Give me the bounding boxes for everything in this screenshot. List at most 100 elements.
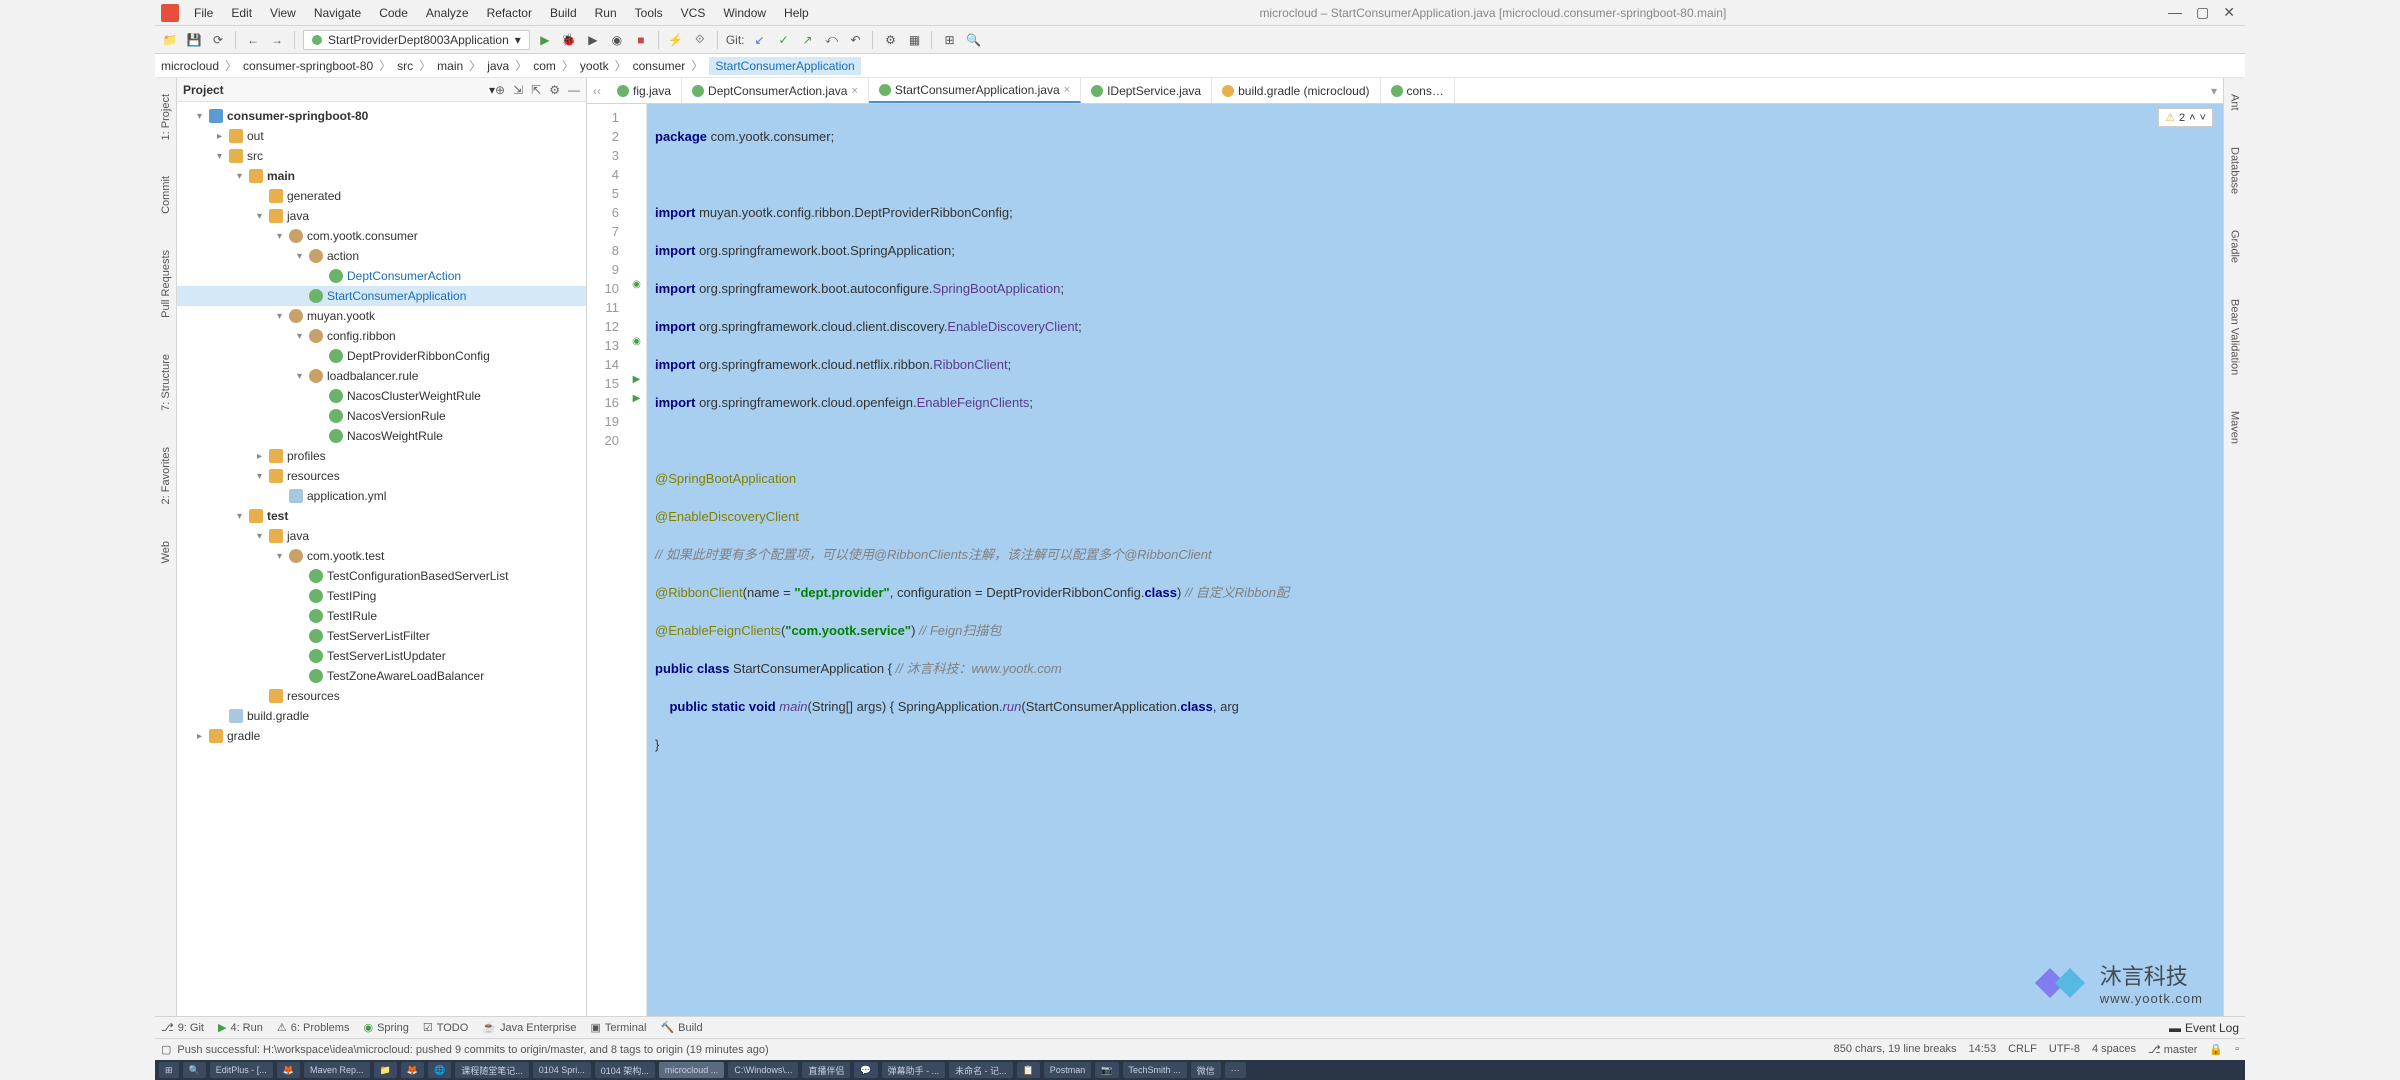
- menu-help[interactable]: Help: [775, 2, 818, 24]
- status-eol[interactable]: CRLF: [2008, 1043, 2037, 1056]
- save-icon[interactable]: 💾: [185, 31, 203, 49]
- maximize-icon[interactable]: ▢: [2196, 4, 2209, 21]
- toolwindow-web[interactable]: Web: [160, 533, 172, 571]
- tree-item[interactable]: application.yml: [177, 486, 586, 506]
- crumb-3[interactable]: main: [437, 59, 463, 73]
- toolwindow-pull-requests[interactable]: Pull Requests: [160, 242, 172, 326]
- open-icon[interactable]: 📁: [161, 31, 179, 49]
- menu-refactor[interactable]: Refactor: [478, 2, 541, 24]
- menu-code[interactable]: Code: [370, 2, 417, 24]
- task-item[interactable]: 课程随堂笔记...: [455, 1062, 529, 1078]
- tree-item[interactable]: ▾java: [177, 526, 586, 546]
- toolwindow-terminal[interactable]: ▣Terminal: [590, 1021, 646, 1034]
- toolwindow-database[interactable]: Database: [2229, 139, 2241, 202]
- tree-item[interactable]: ▸gradle: [177, 726, 586, 746]
- tree-item[interactable]: TestIPing: [177, 586, 586, 606]
- tree-item[interactable]: ▾java: [177, 206, 586, 226]
- project-tree[interactable]: ▾consumer-springboot-80 ▸out ▾src ▾main …: [177, 102, 586, 1016]
- tree-item[interactable]: DeptConsumerAction: [177, 266, 586, 286]
- git-history-icon[interactable]: ⤺: [822, 31, 840, 49]
- toolwindow-todo[interactable]: ☑TODO: [423, 1021, 468, 1034]
- run-icon[interactable]: ▶: [536, 31, 554, 49]
- tree-item[interactable]: ▾main: [177, 166, 586, 186]
- tree-item[interactable]: DeptProviderRibbonConfig: [177, 346, 586, 366]
- tree-item[interactable]: ▾config.ribbon: [177, 326, 586, 346]
- status-branch[interactable]: ⎇ master: [2148, 1043, 2197, 1056]
- menu-run[interactable]: Run: [586, 2, 626, 24]
- menu-vcs[interactable]: VCS: [672, 2, 715, 24]
- task-item[interactable]: 🦊: [401, 1062, 424, 1078]
- tree-item[interactable]: ▾action: [177, 246, 586, 266]
- tree-item[interactable]: build.gradle: [177, 706, 586, 726]
- task-item[interactable]: 直播伴侣: [802, 1062, 850, 1078]
- menu-navigate[interactable]: Navigate: [305, 2, 370, 24]
- task-item[interactable]: TechSmith ...: [1123, 1062, 1187, 1078]
- task-item[interactable]: 📷: [1095, 1062, 1118, 1078]
- hide-icon[interactable]: —: [568, 83, 580, 97]
- minimize-icon[interactable]: —: [2168, 4, 2182, 21]
- sync-icon[interactable]: ⟳: [209, 31, 227, 49]
- task-item[interactable]: 💬: [854, 1062, 877, 1078]
- tree-item-selected[interactable]: StartConsumerApplication: [177, 286, 586, 306]
- status-encoding[interactable]: UTF-8: [2049, 1043, 2080, 1056]
- back-icon[interactable]: ←: [244, 31, 262, 49]
- profile-icon[interactable]: ◉: [608, 31, 626, 49]
- tree-item[interactable]: ▾resources: [177, 466, 586, 486]
- tree-item[interactable]: TestZoneAwareLoadBalancer: [177, 666, 586, 686]
- start-button[interactable]: ⊞: [159, 1062, 179, 1078]
- toolwindow-structure[interactable]: 7: Structure: [160, 346, 172, 419]
- inspection-indicator[interactable]: ⚠ 2 ˄ ˅: [2158, 108, 2213, 127]
- spring-icon[interactable]: ◉: [627, 332, 646, 351]
- stop-icon[interactable]: ■: [632, 31, 650, 49]
- menu-build[interactable]: Build: [541, 2, 586, 24]
- toolwindow-gradle[interactable]: Gradle: [2229, 222, 2241, 271]
- toolwindow-commit[interactable]: Commit: [160, 168, 172, 222]
- crumb-2[interactable]: src: [397, 59, 413, 73]
- task-item[interactable]: 🌐: [428, 1062, 451, 1078]
- tree-item[interactable]: generated: [177, 186, 586, 206]
- toolwindow-maven[interactable]: Maven: [2229, 403, 2241, 452]
- services-icon[interactable]: ⟐: [691, 31, 709, 49]
- task-item[interactable]: 微信: [1191, 1062, 1221, 1078]
- task-item[interactable]: C:\Windows\...: [728, 1062, 798, 1078]
- task-item[interactable]: 弹幕助手 - ...: [882, 1062, 946, 1078]
- menu-tools[interactable]: Tools: [626, 2, 672, 24]
- run-gutter-icon[interactable]: ▶: [627, 389, 646, 408]
- toolwindow-run[interactable]: ▶4: Run: [218, 1021, 263, 1034]
- tree-item[interactable]: NacosVersionRule: [177, 406, 586, 426]
- close-icon[interactable]: ×: [1064, 84, 1070, 96]
- status-position[interactable]: 14:53: [1969, 1043, 1997, 1056]
- tree-item[interactable]: ▾muyan.yootk: [177, 306, 586, 326]
- search-icon[interactable]: 🔍: [964, 31, 982, 49]
- tree-module[interactable]: ▾consumer-springboot-80: [177, 106, 586, 126]
- lock-icon[interactable]: 🔒: [2209, 1043, 2223, 1056]
- tree-item[interactable]: ▾com.yootk.consumer: [177, 226, 586, 246]
- toolwindow-spring[interactable]: ◉Spring: [363, 1021, 408, 1034]
- tree-item[interactable]: NacosClusterWeightRule: [177, 386, 586, 406]
- task-item-active[interactable]: microcloud ...: [659, 1062, 725, 1078]
- menu-edit[interactable]: Edit: [222, 2, 261, 24]
- menu-window[interactable]: Window: [714, 2, 775, 24]
- gear-icon[interactable]: ⚙: [549, 83, 560, 97]
- code-content[interactable]: package com.yootk.consumer; import muyan…: [647, 104, 2223, 1016]
- toolwindow-git[interactable]: ⎇9: Git: [161, 1021, 204, 1034]
- tree-item[interactable]: resources: [177, 686, 586, 706]
- editor-tab[interactable]: cons…: [1381, 78, 1455, 103]
- task-item[interactable]: 📁: [374, 1062, 397, 1078]
- menu-analyze[interactable]: Analyze: [417, 2, 478, 24]
- task-item[interactable]: EditPlus - [...: [210, 1062, 273, 1078]
- tree-item[interactable]: ▾loadbalancer.rule: [177, 366, 586, 386]
- tree-item[interactable]: NacosWeightRule: [177, 426, 586, 446]
- task-item[interactable]: 0104 Spri...: [533, 1062, 591, 1078]
- crumb-current[interactable]: StartConsumerApplication: [709, 57, 860, 75]
- task-icon[interactable]: ⊞: [940, 31, 958, 49]
- tree-item[interactable]: TestConfigurationBasedServerList: [177, 566, 586, 586]
- collapse-icon[interactable]: ⇱: [531, 83, 541, 97]
- tree-item[interactable]: ▸profiles: [177, 446, 586, 466]
- run-config-selector[interactable]: StartProviderDept8003Application ▾: [303, 30, 530, 50]
- coverage-icon[interactable]: ▶: [584, 31, 602, 49]
- tree-item[interactable]: TestServerListFilter: [177, 626, 586, 646]
- chevron-up-icon[interactable]: ˄: [2189, 112, 2195, 124]
- crumb-6[interactable]: yootk: [580, 59, 609, 73]
- debug-icon[interactable]: 🐞: [560, 31, 578, 49]
